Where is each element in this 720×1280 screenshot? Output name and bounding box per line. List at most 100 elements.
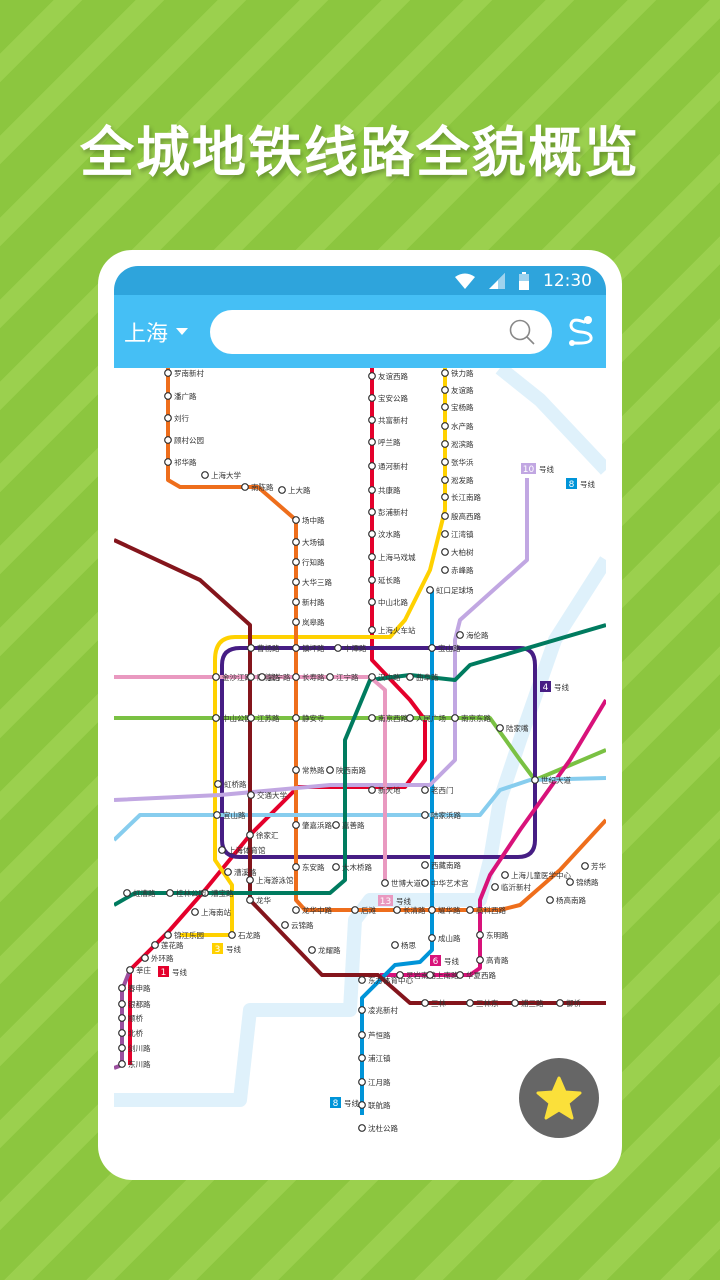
station-dot[interactable] xyxy=(546,896,554,904)
station-dot[interactable] xyxy=(201,471,209,479)
station[interactable]: 罗南新村 xyxy=(164,368,205,378)
station[interactable]: 江苏路 xyxy=(247,713,280,723)
station-dot[interactable] xyxy=(368,416,376,424)
line-badge[interactable]: 1 号线 xyxy=(158,966,187,978)
station[interactable]: 曹杨路 xyxy=(247,643,280,653)
station-dot[interactable] xyxy=(406,714,414,722)
station[interactable]: 中山公园 xyxy=(212,713,252,723)
station-dot[interactable] xyxy=(368,530,376,538)
station-dot[interactable] xyxy=(118,1029,126,1037)
station[interactable]: 中山北路 xyxy=(368,597,409,607)
station[interactable]: 漕宝路 xyxy=(201,888,234,898)
station[interactable]: 桂林公园 xyxy=(166,888,206,898)
station-dot[interactable] xyxy=(368,576,376,584)
station-dot[interactable] xyxy=(441,369,449,377)
station-dot[interactable] xyxy=(358,976,366,984)
station[interactable]: 龙华 xyxy=(246,895,272,905)
station-dot[interactable] xyxy=(218,846,226,854)
station[interactable]: 友谊路 xyxy=(441,385,474,395)
station[interactable]: 新天地 xyxy=(368,785,401,795)
station[interactable]: 上海马戏城 xyxy=(368,552,416,562)
station[interactable]: 凌兆新村 xyxy=(358,1005,399,1015)
station[interactable]: 顾村公园 xyxy=(164,435,204,445)
station-dot[interactable] xyxy=(241,483,249,491)
station-dot[interactable] xyxy=(246,831,254,839)
station-dot[interactable] xyxy=(358,1078,366,1086)
station[interactable]: 春申路 xyxy=(118,983,151,993)
station-dot[interactable] xyxy=(212,714,220,722)
station[interactable]: 虹漕路 xyxy=(123,888,156,898)
station[interactable]: 成山路 xyxy=(428,933,461,943)
station[interactable]: 铁力路 xyxy=(441,368,474,378)
station-dot[interactable] xyxy=(368,462,376,470)
station[interactable]: 徐家汇 xyxy=(246,830,279,840)
station[interactable]: 上海儿童医学中心 xyxy=(501,870,572,880)
station-dot[interactable] xyxy=(368,598,376,606)
station[interactable]: 彭浦新村 xyxy=(368,507,409,517)
station-dot[interactable] xyxy=(326,673,334,681)
station[interactable]: 后滩 xyxy=(351,905,377,915)
station[interactable]: 宝山路 xyxy=(428,643,461,653)
station[interactable]: 南京东路 xyxy=(451,713,492,723)
station-dot[interactable] xyxy=(368,372,376,380)
station[interactable]: 汉中路 xyxy=(368,672,401,682)
station-dot[interactable] xyxy=(358,1054,366,1062)
station[interactable]: 南陈路 xyxy=(241,482,274,492)
station[interactable]: 陆家嘴 xyxy=(496,723,529,733)
station-dot[interactable] xyxy=(164,414,172,422)
station-dot[interactable] xyxy=(496,724,504,732)
station-dot[interactable] xyxy=(393,906,401,914)
station-dot[interactable] xyxy=(123,889,131,897)
station[interactable]: 杨高南路 xyxy=(546,895,587,905)
station[interactable]: 嘉善路 xyxy=(332,820,365,830)
station-dot[interactable] xyxy=(441,493,449,501)
station[interactable]: 曲阜路 xyxy=(406,672,439,682)
line-badge[interactable]: 6 号线 xyxy=(430,955,459,967)
station[interactable]: 人民广场 xyxy=(406,713,447,723)
station-dot[interactable] xyxy=(118,984,126,992)
station-dot[interactable] xyxy=(466,999,474,1007)
station[interactable]: 静安寺 xyxy=(292,713,325,723)
station-dot[interactable] xyxy=(151,941,159,949)
station-dot[interactable] xyxy=(511,999,519,1007)
station-dot[interactable] xyxy=(491,883,499,891)
station-dot[interactable] xyxy=(224,868,232,876)
station-dot[interactable] xyxy=(292,766,300,774)
station[interactable]: 南京西路 xyxy=(368,713,409,723)
station[interactable]: 颛桥 xyxy=(118,1013,144,1023)
line-badge[interactable]: 8 号线 xyxy=(566,478,595,490)
station-dot[interactable] xyxy=(292,673,300,681)
station[interactable]: 赤峰路 xyxy=(441,565,474,575)
station-dot[interactable] xyxy=(247,791,255,799)
station-dot[interactable] xyxy=(126,966,134,974)
station-dot[interactable] xyxy=(164,369,172,377)
metro-map[interactable]: 罗南新村潘广路刘行顾村公园祁华路上海大学南陈路 上大路场中路大场镇行知路大华三路新… xyxy=(114,368,606,1164)
station-dot[interactable] xyxy=(421,861,429,869)
station-dot[interactable] xyxy=(441,440,449,448)
station[interactable]: 中潭路 xyxy=(334,643,367,653)
station-dot[interactable] xyxy=(358,1101,366,1109)
station-dot[interactable] xyxy=(441,530,449,538)
station[interactable]: 陆家浜路 xyxy=(421,810,462,820)
station-dot[interactable] xyxy=(247,644,255,652)
station-dot[interactable] xyxy=(164,458,172,466)
station-dot[interactable] xyxy=(441,458,449,466)
station[interactable]: 常熟路 xyxy=(292,765,325,775)
station[interactable]: 新村路 xyxy=(292,597,325,607)
station[interactable]: 岚皋路 xyxy=(292,617,325,627)
station-dot[interactable] xyxy=(292,821,300,829)
station[interactable]: 龙耀路 xyxy=(308,945,341,955)
station-dot[interactable] xyxy=(118,1060,126,1068)
station[interactable]: 剑川路 xyxy=(118,1043,151,1053)
station-dot[interactable] xyxy=(246,896,254,904)
search-icon[interactable] xyxy=(508,318,536,346)
station[interactable]: 沈杜公路 xyxy=(358,1123,399,1133)
station[interactable]: 长江南路 xyxy=(441,492,482,502)
station[interactable]: 江宁路 xyxy=(326,672,359,682)
station-dot[interactable] xyxy=(421,879,429,887)
station[interactable]: 通河新村 xyxy=(368,461,409,471)
station[interactable]: 水产路 xyxy=(441,421,474,431)
station[interactable]: 长清路 xyxy=(393,905,426,915)
station-dot[interactable] xyxy=(368,673,376,681)
station[interactable]: 上海大学 xyxy=(201,470,242,480)
